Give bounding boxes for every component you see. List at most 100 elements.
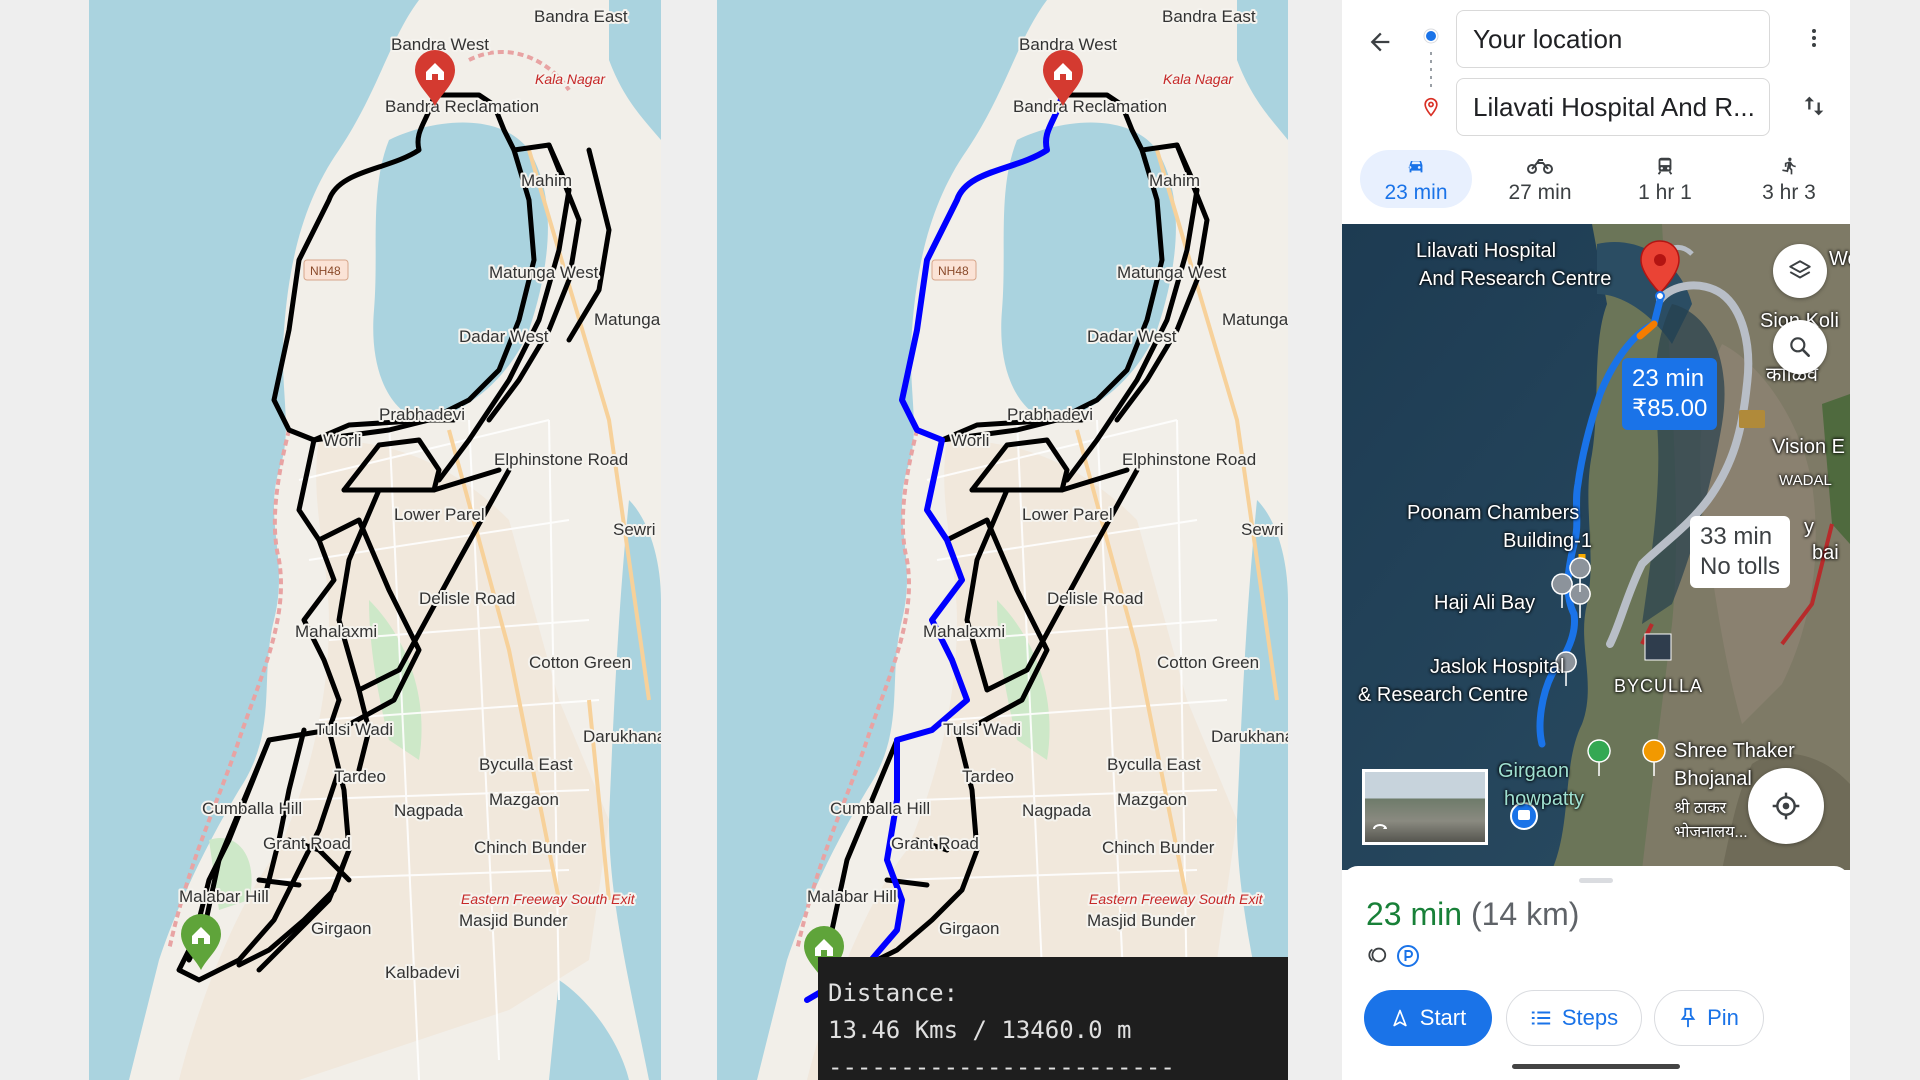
dest-label-line1: Lilavati Hospital bbox=[1416, 240, 1557, 262]
label-nh48: NH48 bbox=[938, 264, 969, 278]
street-view-thumbnail[interactable] bbox=[1362, 769, 1488, 845]
label-malabar-hill: Malabar Hill bbox=[179, 887, 269, 906]
system-nav-bar[interactable] bbox=[1512, 1064, 1680, 1069]
mode-motorbike-tab[interactable]: 27 min bbox=[1484, 150, 1596, 208]
main-route-price: ₹85.00 bbox=[1632, 395, 1708, 422]
label-bandra-reclamation: Bandra Reclamation bbox=[1013, 97, 1167, 116]
destination-input[interactable]: Lilavati Hospital And R... bbox=[1456, 78, 1770, 136]
label-jaslok-line2: & Research Centre bbox=[1358, 684, 1529, 706]
origin-dot-icon bbox=[1423, 28, 1439, 44]
car-icon bbox=[1408, 160, 1423, 173]
label-matunga-east: Matunga Eas bbox=[1222, 310, 1288, 329]
label-nagpada: Nagpada bbox=[1022, 801, 1092, 820]
more-options-button[interactable] bbox=[1794, 18, 1834, 58]
label-prabhadevi: Prabhadevi bbox=[1007, 405, 1093, 424]
search-icon bbox=[1790, 337, 1810, 357]
label-shree-thaker-3: श्री ठाकर bbox=[1674, 800, 1727, 817]
swap-route-button[interactable] bbox=[1794, 86, 1834, 126]
main-route-time: 23 min bbox=[1632, 365, 1705, 392]
back-arrow-icon bbox=[1370, 32, 1390, 52]
label-girgaon: Girgaon bbox=[311, 919, 371, 938]
shortest-route-map: Bandra East Bandra West Kala Nagar Bandr… bbox=[717, 0, 1288, 1080]
label-jaslok-line1: Jaslok Hospital bbox=[1430, 656, 1565, 678]
distance-terminal: Distance: 13.46 Kms / 13460.0 m ----------… bbox=[818, 957, 1288, 1080]
label-sewri: Sewri bbox=[1241, 520, 1284, 539]
google-maps-panel: Your location Lilavati Hospital And R...… bbox=[1342, 0, 1850, 1080]
mode-transit-tab[interactable]: 1 hr 1 bbox=[1609, 150, 1721, 208]
list-icon bbox=[1531, 1011, 1551, 1025]
start-button[interactable]: Start bbox=[1364, 990, 1492, 1046]
label-sewri: Sewri bbox=[613, 520, 656, 539]
label-cumballa-hill: Cumballa Hill bbox=[830, 799, 930, 818]
label-poonam-line2: Building-1 bbox=[1503, 530, 1592, 552]
mode-drive-tab[interactable]: 23 min bbox=[1360, 150, 1472, 208]
label-bandra-east: Bandra East bbox=[1162, 7, 1256, 26]
label-nagpada: Nagpada bbox=[394, 801, 464, 820]
label-kala-nagar: Kala Nagar bbox=[535, 71, 606, 87]
label-vision-express: Vision E bbox=[1772, 436, 1846, 458]
label-mahim: Mahim bbox=[1149, 171, 1200, 190]
label-eastern-freeway: Eastern Freeway South Exit bbox=[461, 891, 636, 907]
label-shree-thaker-2: Bhojanal bbox=[1674, 768, 1752, 790]
sheet-drag-handle[interactable] bbox=[1579, 878, 1613, 883]
label-byculla-east: Byculla East bbox=[1107, 755, 1201, 774]
alt-route-note: No tolls bbox=[1700, 553, 1781, 580]
steps-button-label: Steps bbox=[1561, 1005, 1619, 1030]
origin-input-text: Your location bbox=[1473, 23, 1623, 54]
mode-walk-tab[interactable]: 3 hr 3 bbox=[1733, 150, 1845, 208]
label-byculla-east: Byculla East bbox=[479, 755, 573, 774]
search-along-route-button[interactable] bbox=[1773, 320, 1827, 374]
satellite-map[interactable]: Lilavati Hospital And Research Centre Si… bbox=[1342, 224, 1850, 870]
street-view-rotate-icon bbox=[1373, 824, 1387, 830]
my-location-button[interactable] bbox=[1748, 768, 1824, 844]
label-grant-road: Grant Road bbox=[891, 834, 979, 853]
label-malabar-hill: Malabar Hill bbox=[807, 887, 897, 906]
destination-input-text: Lilavati Hospital And R... bbox=[1473, 91, 1755, 122]
route-connector-dots bbox=[1430, 52, 1432, 92]
transit-icon bbox=[1657, 157, 1673, 175]
label-girgaon: Girgaon bbox=[939, 919, 999, 938]
label-lower-parel: Lower Parel bbox=[394, 505, 485, 524]
swap-vert-icon bbox=[1804, 96, 1824, 116]
label-matunga-west: Matunga West bbox=[1117, 263, 1227, 282]
steps-button[interactable]: Steps bbox=[1506, 990, 1642, 1046]
terminal-line-2: 13.46 Kms / 13460.0 m bbox=[828, 1016, 1132, 1044]
label-lower-parel: Lower Parel bbox=[1022, 505, 1113, 524]
pin-button[interactable]: Pin bbox=[1654, 990, 1764, 1046]
route-eta-time: 23 min bbox=[1366, 896, 1463, 932]
mode-drive-label: 23 min bbox=[1384, 181, 1448, 204]
label-elphinstone-road: Elphinstone Road bbox=[494, 450, 628, 469]
label-bai: bai bbox=[1812, 542, 1839, 564]
origin-home-marker[interactable] bbox=[181, 914, 221, 970]
route-eta-distance: (14 km) bbox=[1470, 896, 1580, 932]
alt-route-callout[interactable]: 33 min No tolls bbox=[1690, 516, 1791, 588]
motorbike-icon bbox=[1527, 159, 1553, 174]
label-masjid-bunder: Masjid Bunder bbox=[1087, 911, 1196, 930]
route-eta: 23 min (14 km) bbox=[1366, 896, 1579, 933]
label-bandra-reclamation: Bandra Reclamation bbox=[385, 97, 539, 116]
label-cotton-green: Cotton Green bbox=[1157, 653, 1259, 672]
destination-red-pin[interactable] bbox=[1637, 239, 1683, 301]
label-chinch-bunder: Chinch Bunder bbox=[1102, 838, 1215, 857]
label-haji-ali: Haji Ali Bay bbox=[1434, 592, 1536, 614]
label-delisle-road: Delisle Road bbox=[419, 589, 515, 608]
start-button-label: Start bbox=[1419, 1005, 1467, 1030]
dest-label-line2: And Research Centre bbox=[1419, 268, 1612, 290]
label-kala-nagar: Kala Nagar bbox=[1163, 71, 1234, 87]
label-mazgaon: Mazgaon bbox=[489, 790, 559, 809]
terminal-line-1: Distance: bbox=[828, 979, 959, 1007]
label-tardeo: Tardeo bbox=[962, 767, 1014, 786]
layers-button[interactable] bbox=[1773, 244, 1827, 298]
back-button[interactable] bbox=[1358, 20, 1402, 64]
label-cotton-green: Cotton Green bbox=[529, 653, 631, 672]
layers-icon bbox=[1789, 260, 1811, 279]
origin-input[interactable]: Your location bbox=[1456, 10, 1770, 68]
toll-icon bbox=[1368, 947, 1387, 963]
label-shree-thaker-4: भोजनालय... bbox=[1674, 824, 1748, 841]
crosshair-icon bbox=[1772, 792, 1800, 820]
label-elphinstone-road: Elphinstone Road bbox=[1122, 450, 1256, 469]
label-nh48: NH48 bbox=[310, 264, 341, 278]
label-dadar-west: Dadar West bbox=[459, 327, 549, 346]
main-route-callout[interactable]: 23 min ₹85.00 bbox=[1622, 358, 1718, 430]
label-grant-road: Grant Road bbox=[263, 834, 351, 853]
